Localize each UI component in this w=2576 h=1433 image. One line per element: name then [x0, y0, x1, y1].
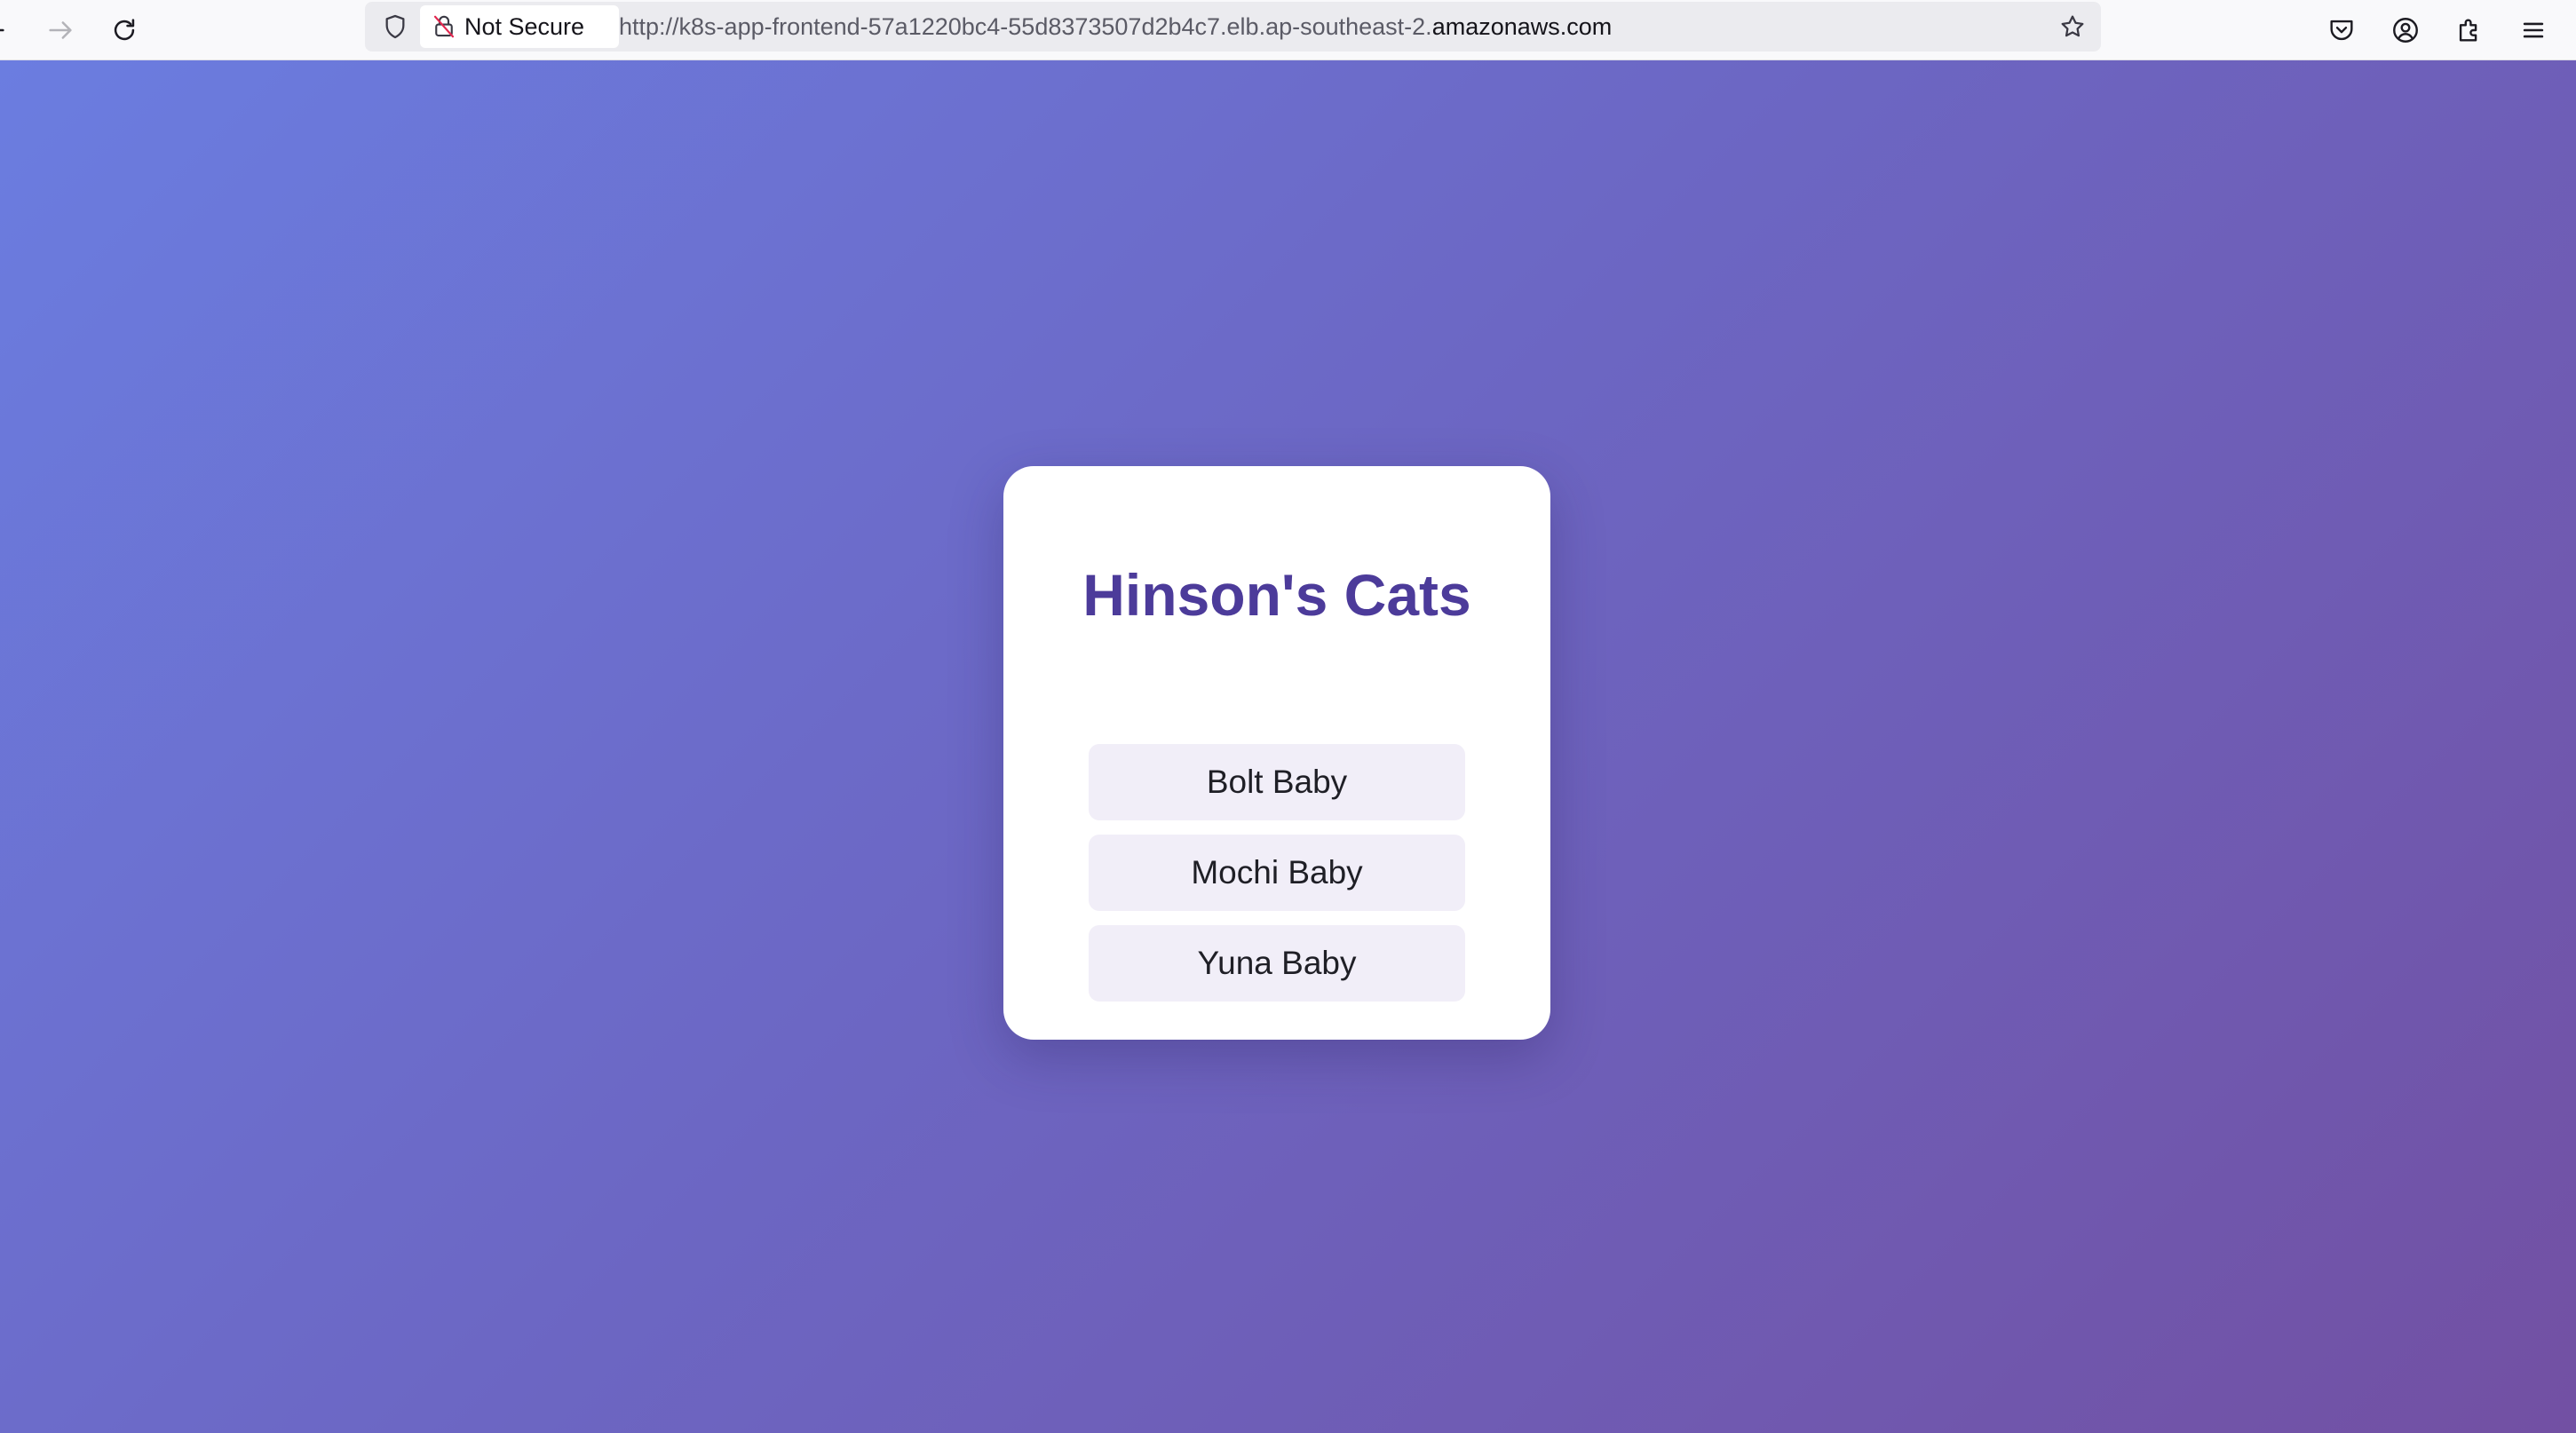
- reload-button[interactable]: [99, 5, 149, 55]
- extensions-button[interactable]: [2445, 5, 2494, 55]
- url-domain: amazonaws.com: [1431, 12, 1613, 40]
- tracking-protection-button[interactable]: [377, 9, 413, 44]
- page-title: Hinson's Cats: [1082, 562, 1471, 628]
- cats-card: Hinson's Cats Bolt Baby Mochi Baby Yuna …: [1003, 466, 1550, 1040]
- reload-icon: [114, 19, 135, 41]
- browser-toolbar: Not Secure http://k8s-app-frontend-57a12…: [0, 0, 2576, 60]
- extensions-icon: [2459, 19, 2477, 42]
- arrow-left-icon: [0, 28, 4, 32]
- pocket-icon: [2330, 20, 2353, 41]
- url-bar[interactable]: Not Secure http://k8s-app-frontend-57a12…: [365, 2, 2101, 51]
- page-background: Hinson's Cats Bolt Baby Mochi Baby Yuna …: [0, 60, 2576, 1433]
- account-button[interactable]: [2381, 5, 2430, 55]
- not-secure-label: Not Secure: [464, 12, 585, 40]
- cat-button-mochi[interactable]: Mochi Baby: [1089, 835, 1465, 911]
- bookmark-button[interactable]: [2055, 9, 2090, 44]
- site-security-indicator[interactable]: Not Secure: [420, 5, 619, 48]
- url-prefix: http://k8s-app-frontend-57a1220bc4-55d83…: [619, 12, 1432, 40]
- lock-insecure-icon: [433, 15, 455, 38]
- back-button[interactable]: [0, 5, 18, 55]
- url-text[interactable]: http://k8s-app-frontend-57a1220bc4-55d83…: [619, 2, 1612, 51]
- arrow-right-icon: [49, 21, 72, 39]
- bookmark-star-icon: [2061, 15, 2084, 37]
- menu-icon: [2523, 22, 2544, 38]
- cat-button-yuna[interactable]: Yuna Baby: [1089, 925, 1465, 1002]
- app-menu-button[interactable]: [2509, 5, 2558, 55]
- tracking-shield-icon: [385, 14, 405, 39]
- cat-button-bolt[interactable]: Bolt Baby: [1089, 744, 1465, 820]
- pocket-button[interactable]: [2317, 5, 2366, 55]
- forward-button[interactable]: [36, 5, 85, 55]
- account-icon: [2393, 18, 2418, 43]
